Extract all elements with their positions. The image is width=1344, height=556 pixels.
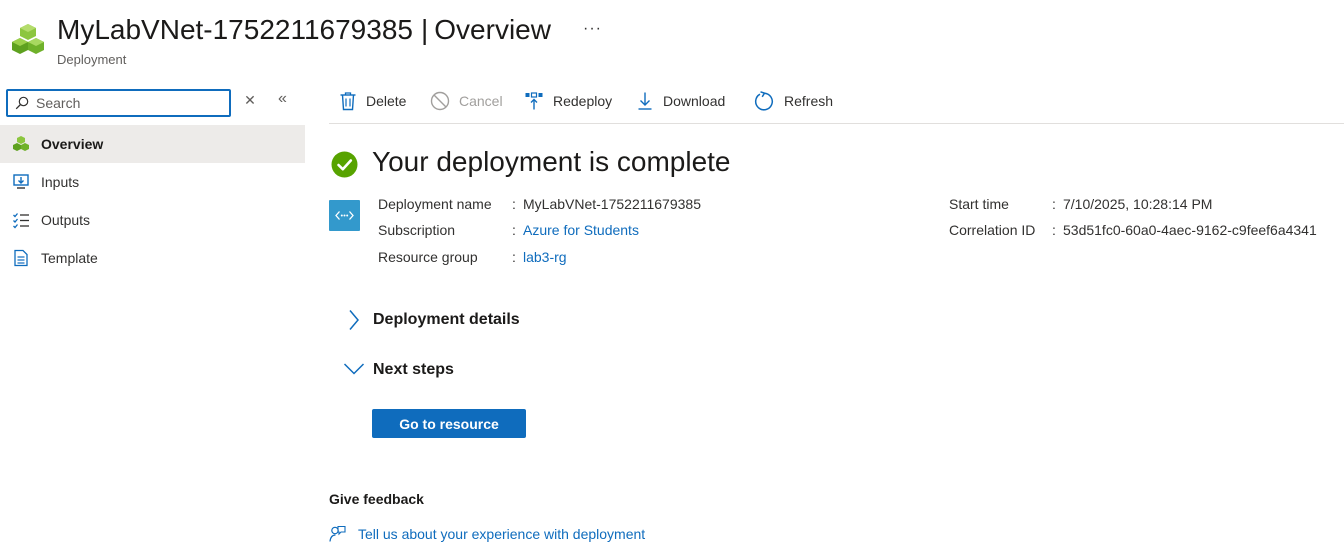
deployment-cubes-icon (11, 134, 31, 154)
refresh-label: Refresh (784, 93, 834, 109)
sidebar-item-inputs[interactable]: Inputs (0, 163, 305, 201)
page-title: MyLabVNet-1752211679385 | Overview (57, 13, 551, 47)
clear-search-button[interactable]: ✕ (243, 92, 257, 112)
command-bar: Delete Cancel Redeploy Download Refresh (329, 84, 1344, 124)
next-steps-toggle[interactable]: Next steps (373, 361, 454, 379)
resource-name: MyLabVNet-1752211679385 (57, 14, 413, 45)
cancel-label: Cancel (459, 93, 503, 109)
sidebar-nav: Overview Inputs Outputs Template (0, 125, 305, 277)
cancel-icon (430, 91, 450, 111)
colon: : (512, 196, 516, 212)
cancel-button[interactable]: Cancel (430, 89, 503, 113)
chevron-down-icon[interactable] (343, 362, 365, 381)
title-separator: | (420, 14, 429, 45)
sidebar-item-label: Inputs (41, 174, 80, 190)
delete-label: Delete (366, 93, 407, 109)
deployment-cubes-icon (10, 22, 46, 58)
sidebar-item-label: Template (41, 250, 98, 266)
download-label: Download (663, 93, 726, 109)
colon: : (512, 249, 516, 265)
redeploy-label: Redeploy (553, 93, 613, 109)
success-check-icon (331, 151, 358, 183)
redeploy-button[interactable]: Redeploy (524, 89, 612, 113)
template-document-icon (11, 248, 31, 268)
deployment-status-title: Your deployment is complete (372, 146, 731, 177)
start-time-value: 7/10/2025, 10:28:14 PM (1063, 196, 1213, 212)
correlation-id-value: 53d51fc0-60a0-4aec-9162-c9feef6a4341 (1063, 222, 1317, 238)
page-name: Overview (434, 14, 551, 45)
outputs-list-icon (11, 210, 31, 230)
page-subtitle: Deployment (57, 52, 127, 67)
sidebar-item-template[interactable]: Template (0, 239, 305, 277)
deployment-link-icon (329, 200, 360, 231)
chevron-right-icon[interactable] (346, 309, 360, 336)
feedback-link[interactable]: Tell us about your experience with deplo… (329, 525, 645, 543)
refresh-icon (754, 90, 775, 112)
resource-group-link[interactable]: lab3-rg (523, 249, 567, 265)
search-input[interactable] (36, 93, 226, 113)
inputs-icon (11, 172, 31, 192)
correlation-id-label: Correlation ID (949, 222, 1036, 238)
sidebar-item-label: Overview (41, 136, 104, 152)
colon: : (512, 222, 516, 238)
delete-button[interactable]: Delete (339, 89, 406, 113)
feedback-link-label: Tell us about your experience with deplo… (358, 526, 646, 542)
feedback-person-icon (329, 525, 346, 542)
download-icon (636, 91, 654, 111)
trash-icon (339, 91, 357, 111)
colon: : (1052, 222, 1056, 238)
colon: : (1052, 196, 1056, 212)
sidebar-item-outputs[interactable]: Outputs (0, 201, 305, 239)
go-to-resource-button[interactable]: Go to resource (372, 409, 526, 438)
feedback-title: Give feedback (329, 491, 424, 507)
redeploy-icon (524, 91, 544, 111)
sidebar-item-overview[interactable]: Overview (0, 125, 305, 163)
subscription-link[interactable]: Azure for Students (523, 222, 639, 238)
refresh-button[interactable]: Refresh (754, 89, 833, 113)
resource-group-label: Resource group (378, 249, 478, 265)
collapse-sidebar-button[interactable]: « (278, 90, 287, 108)
more-options-button[interactable]: ··· (583, 20, 602, 38)
deployment-name-label: Deployment name (378, 196, 492, 212)
deployment-name-value: MyLabVNet-1752211679385 (523, 196, 701, 212)
subscription-label: Subscription (378, 222, 456, 238)
download-button[interactable]: Download (636, 89, 725, 113)
deployment-details-toggle[interactable]: Deployment details (373, 311, 520, 329)
start-time-label: Start time (949, 196, 1009, 212)
search-icon (15, 96, 29, 110)
search-box[interactable] (6, 89, 231, 117)
sidebar-item-label: Outputs (41, 212, 91, 228)
